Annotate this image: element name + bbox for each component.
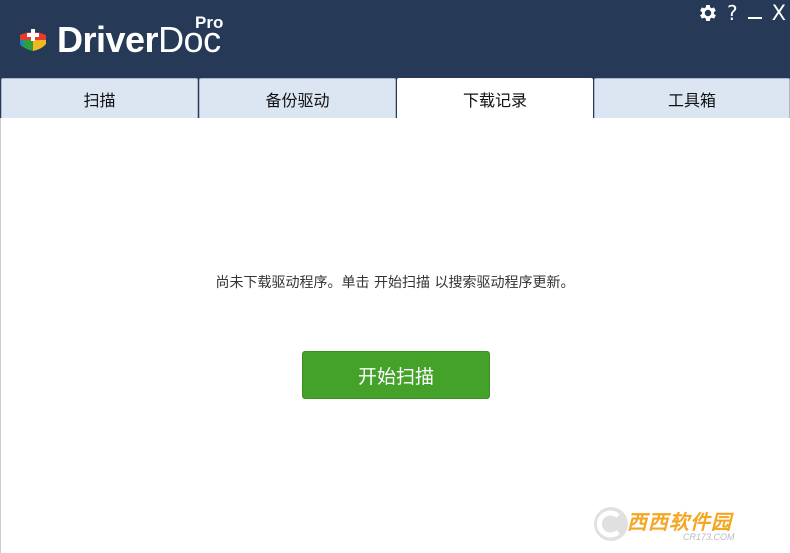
empty-state-message: 尚未下载驱动程序。单击 开始扫描 以搜索驱动程序更新。 [215,275,575,291]
tab-toolbox[interactable]: 工具箱 [594,78,790,118]
brand-driver: Driver [57,19,159,60]
watermark-logo-icon [594,507,628,541]
tab-scan[interactable]: 扫描 [1,78,198,118]
tab-backup-drivers[interactable]: 备份驱动 [199,78,396,118]
window-border [0,118,1,553]
download-history-panel: 尚未下载驱动程序。单击 开始扫描 以搜索驱动程序更新。 开始扫描 [0,118,790,553]
tab-bar: 扫描 备份驱动 下载记录 工具箱 [0,78,790,118]
title-bar: DriverDoc Pro ? X [0,0,790,78]
edition-label: Pro [195,13,224,32]
close-button[interactable]: X [772,1,786,25]
gear-icon[interactable] [697,2,719,24]
watermark-subtext: CR173.COM [683,532,735,542]
tab-download-history[interactable]: 下载记录 [397,78,593,118]
window-controls: ? X [697,1,786,25]
help-button[interactable]: ? [727,1,738,25]
driverdoc-logo-icon [20,29,46,51]
start-scan-button[interactable]: 开始扫描 [302,351,490,399]
minimize-button[interactable] [748,7,762,19]
watermark-text: 西西软件园 [627,510,732,534]
watermark: 西西软件园 CR173.COM [591,502,771,546]
